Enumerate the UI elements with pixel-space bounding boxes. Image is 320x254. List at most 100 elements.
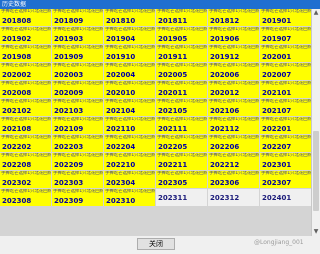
close-button[interactable]: 关闭: [137, 238, 175, 250]
period-cell[interactable]: 202401: [260, 189, 311, 206]
cell-period: 202205: [158, 143, 188, 151]
period-cell[interactable]: 手捧吃芒选择1只北花回购手抄手选择 202211: [156, 153, 207, 170]
period-cell[interactable]: 手捧吃芒选择1只北花回购手抄手选择 202202: [0, 135, 51, 152]
period-cell[interactable]: 手捧吃芒选择1只北花回购手抄手选择 201810: [104, 9, 155, 26]
period-cell[interactable]: 手捧吃芒选择1只北花回购手抄手选择 202003: [52, 63, 103, 80]
cell-period: 202102: [2, 107, 32, 115]
cell-subtext: 手捧吃芒选择1只北花回购手抄手选择: [157, 117, 207, 122]
cell-period: 201810: [106, 17, 136, 25]
period-cell[interactable]: 手捧吃芒选择1只北花回购手抄手选择 202012: [208, 81, 259, 98]
period-cell[interactable]: 手捧吃芒选择1只北花回购手抄手选择 202103: [52, 99, 103, 116]
period-cell[interactable]: 手捧吃芒选择1只北花回购手抄手选择 202010: [104, 81, 155, 98]
period-cell[interactable]: 手捧吃芒选择1只北花回购手抄手选择 202005: [156, 63, 207, 80]
period-cell[interactable]: 手捧吃芒选择1只北花回购手抄手选择 202301: [260, 153, 311, 170]
period-cell[interactable]: 手捧吃芒选择1只北花回购手抄手选择 202007: [260, 63, 311, 80]
period-cell[interactable]: 手捧吃芒选择1只北花回购手抄手选择 202309: [52, 189, 103, 206]
period-cell[interactable]: 手捧吃芒选择1只北花回购手抄手选择 201808: [0, 9, 51, 26]
period-cell[interactable]: 手捧吃芒选择1只北花回购手抄手选择 202002: [0, 63, 51, 80]
scroll-thumb[interactable]: [313, 131, 319, 211]
period-cell[interactable]: 手捧吃芒选择1只北花回购手抄手选择 202009: [52, 81, 103, 98]
period-cell[interactable]: 手捧吃芒选择1只北花回购手抄手选择 202111: [156, 117, 207, 134]
period-cell[interactable]: 手捧吃芒选择1只北花回购手抄手选择 202206: [208, 135, 259, 152]
cell-period: 201808: [2, 17, 32, 25]
period-cell[interactable]: 手捧吃芒选择1只北花回购手抄手选择 202108: [0, 117, 51, 134]
period-cell[interactable]: 手捧吃芒选择1只北花回购手抄手选择 201809: [52, 9, 103, 26]
vertical-scrollbar[interactable]: ▲ ▼: [311, 9, 320, 236]
cell-period: 201903: [54, 35, 84, 43]
period-cell[interactable]: 手捧吃芒选择1只北花回购手抄手选择 202101: [260, 81, 311, 98]
period-cell[interactable]: 手捧吃芒选择1只北花回购手抄手选择 202207: [260, 135, 311, 152]
period-cell[interactable]: 手捧吃芒选择1只北花回购手抄手选择 202304: [104, 171, 155, 188]
period-cell[interactable]: 手捧吃芒选择1只北花回购手抄手选择 202212: [208, 153, 259, 170]
period-cell[interactable]: 手捧吃芒选择1只北花回购手抄手选择 202308: [0, 189, 51, 206]
period-cell[interactable]: 手捧吃芒选择1只北花回购手抄手选择 202306: [208, 171, 259, 188]
period-cell[interactable]: 手捧吃芒选择1只北花回购手抄手选择 201906: [208, 27, 259, 44]
period-cell[interactable]: 手捧吃芒选择1只北花回购手抄手选择 202104: [104, 99, 155, 116]
cell-subtext: 手捧吃芒选择1只北花回购手抄手选择: [53, 45, 103, 50]
cell-subtext: 手捧吃芒选择1只北花回购手抄手选择: [53, 135, 103, 140]
period-grid-area[interactable]: 手捧吃芒选择1只北花回购手抄手选择201808手捧吃芒选择1只北花回购手抄手选择…: [0, 9, 311, 236]
cell-subtext: 手捧吃芒选择1只北花回购手抄手选择: [105, 9, 155, 14]
period-cell[interactable]: 手捧吃芒选择1只北花回购手抄手选择 201909: [52, 45, 103, 62]
cell-subtext: 手捧吃芒选择1只北花回购手抄手选择: [157, 171, 207, 176]
period-cell[interactable]: 手捧吃芒选择1只北花回购手抄手选择 202203: [52, 135, 103, 152]
period-cell[interactable]: 手捧吃芒选择1只北花回购手抄手选择 202302: [0, 171, 51, 188]
scroll-down-icon[interactable]: ▼: [312, 228, 320, 236]
cell-period: 202107: [262, 107, 292, 115]
period-cell[interactable]: 手捧吃芒选择1只北花回购手抄手选择 202110: [104, 117, 155, 134]
cell-period: 202003: [54, 71, 84, 79]
period-cell[interactable]: 手捧吃芒选择1只北花回购手抄手选择 202004: [104, 63, 155, 80]
period-cell[interactable]: 手捧吃芒选择1只北花回购手抄手选择 202305: [156, 171, 207, 188]
period-cell[interactable]: 手捧吃芒选择1只北花回购手抄手选择 202205: [156, 135, 207, 152]
period-cell[interactable]: 手捧吃芒选择1只北花回购手抄手选择 202210: [104, 153, 155, 170]
cell-subtext: 手捧吃芒选择1只北花回购手抄手选择: [105, 135, 155, 140]
period-cell[interactable]: 手捧吃芒选择1只北花回购手抄手选择 201910: [104, 45, 155, 62]
period-grid: 手捧吃芒选择1只北花回购手抄手选择201808手捧吃芒选择1只北花回购手抄手选择…: [0, 9, 311, 206]
period-cell[interactable]: 手捧吃芒选择1只北花回购手抄手选择 202106: [208, 99, 259, 116]
period-cell[interactable]: 手捧吃芒选择1只北花回购手抄手选择 202303: [52, 171, 103, 188]
period-cell[interactable]: 手捧吃芒选择1只北花回购手抄手选择 202209: [52, 153, 103, 170]
period-cell[interactable]: 手捧吃芒选择1只北花回购手抄手选择 202112: [208, 117, 259, 134]
cell-period: 202212: [210, 161, 240, 169]
period-cell[interactable]: 手捧吃芒选择1只北花回购手抄手选择 201812: [208, 9, 259, 26]
cell-subtext: 手捧吃芒选择1只北花回购手抄手选择: [1, 117, 51, 122]
period-cell[interactable]: 手捧吃芒选择1只北花回购手抄手选择 202109: [52, 117, 103, 134]
period-cell[interactable]: 手捧吃芒选择1只北花回购手抄手选择 201903: [52, 27, 103, 44]
period-cell[interactable]: 手捧吃芒选择1只北花回购手抄手选择 201901: [260, 9, 311, 26]
period-cell[interactable]: 手捧吃芒选择1只北花回购手抄手选择 202107: [260, 99, 311, 116]
period-cell[interactable]: 手捧吃芒选择1只北花回购手抄手选择 201905: [156, 27, 207, 44]
period-cell[interactable]: 手捧吃芒选择1只北花回购手抄手选择 202102: [0, 99, 51, 116]
cell-subtext: 手捧吃芒选择1只北花回购手抄手选择: [157, 153, 207, 158]
period-cell[interactable]: 手捧吃芒选择1只北花回购手抄手选择 201912: [208, 45, 259, 62]
cell-subtext: 手捧吃芒选择1只北花回购手抄手选择: [53, 117, 103, 122]
period-cell[interactable]: 202311: [156, 189, 207, 206]
period-cell[interactable]: 手捧吃芒选择1只北花回购手抄手选择 202204: [104, 135, 155, 152]
period-cell[interactable]: 202312: [208, 189, 259, 206]
period-cell[interactable]: 手捧吃芒选择1只北花回购手抄手选择 201908: [0, 45, 51, 62]
cell-subtext: 手捧吃芒选择1只北花回购手抄手选择: [209, 81, 259, 86]
period-cell[interactable]: 手捧吃芒选择1只北花回购手抄手选择 201907: [260, 27, 311, 44]
cell-period: 201912: [210, 53, 240, 61]
cell-subtext: 手捧吃芒选择1只北花回购手抄手选择: [157, 99, 207, 104]
scroll-up-icon[interactable]: ▲: [312, 9, 320, 17]
period-cell[interactable]: 手捧吃芒选择1只北花回购手抄手选择 201811: [156, 9, 207, 26]
period-cell[interactable]: 手捧吃芒选择1只北花回购手抄手选择 201904: [104, 27, 155, 44]
period-cell[interactable]: 手捧吃芒选择1只北花回购手抄手选择 202008: [0, 81, 51, 98]
period-cell[interactable]: 手捧吃芒选择1只北花回购手抄手选择 201902: [0, 27, 51, 44]
cell-period: 202305: [158, 179, 188, 187]
cell-subtext: 手捧吃芒选择1只北花回购手抄手选择: [157, 63, 207, 68]
cell-subtext: 手捧吃芒选择1只北花回购手抄手选择: [261, 63, 311, 68]
period-cell[interactable]: 手捧吃芒选择1只北花回购手抄手选择 201911: [156, 45, 207, 62]
period-cell[interactable]: 手捧吃芒选择1只北花回购手抄手选择 202201: [260, 117, 311, 134]
period-cell[interactable]: 手捧吃芒选择1只北花回购手抄手选择 202011: [156, 81, 207, 98]
period-cell[interactable]: 手捧吃芒选择1只北花回购手抄手选择 202307: [260, 171, 311, 188]
period-cell[interactable]: 手捧吃芒选择1只北花回购手抄手选择 202310: [104, 189, 155, 206]
period-cell[interactable]: 手捧吃芒选择1只北花回购手抄手选择 202208: [0, 153, 51, 170]
period-cell[interactable]: 手捧吃芒选择1只北花回购手抄手选择 202006: [208, 63, 259, 80]
cell-period: 202204: [106, 143, 136, 151]
cell-period: 201905: [158, 35, 188, 43]
cell-subtext: 手捧吃芒选择1只北花回购手抄手选择: [53, 171, 103, 176]
cell-subtext: 手捧吃芒选择1只北花回购手抄手选择: [1, 27, 51, 32]
period-cell[interactable]: 手捧吃芒选择1只北花回购手抄手选择 202105: [156, 99, 207, 116]
period-cell[interactable]: 手捧吃芒选择1只北花回购手抄手选择 202001: [260, 45, 311, 62]
